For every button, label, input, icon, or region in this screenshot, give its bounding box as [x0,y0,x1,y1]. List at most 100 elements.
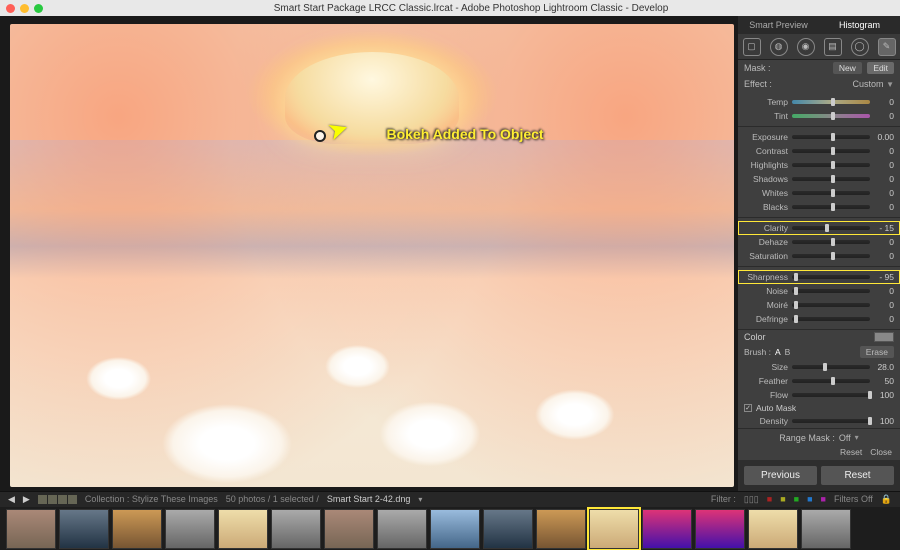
filmstrip-thumb[interactable] [6,509,56,549]
automask-row[interactable]: ✓ Auto Mask [738,402,900,414]
slider-value[interactable]: 0.00 [870,132,894,142]
slider-feather[interactable]: Feather 50 [738,374,900,388]
slider-track[interactable] [792,240,870,244]
close-traffic-light[interactable] [6,4,15,13]
slider-highlights[interactable]: Highlights 0 [738,158,900,172]
slider-value[interactable]: 0 [870,111,894,121]
brush-b[interactable]: B [785,347,791,357]
slider-track[interactable] [792,275,870,279]
rangemask-dropdown-icon[interactable]: ▾ [855,433,859,442]
slider-value[interactable]: 0 [870,314,894,324]
filmstrip[interactable] [0,507,900,550]
nav-fwd-icon[interactable]: ▶ [23,494,30,505]
slider-temp[interactable]: Temp 0 [738,95,900,109]
slider-saturation[interactable]: Saturation 0 [738,249,900,263]
slider-track[interactable] [792,205,870,209]
color-filter-purple[interactable]: ■ [821,494,826,504]
slider-size[interactable]: Size 28.0 [738,360,900,374]
slider-value[interactable]: 28.0 [870,362,894,372]
crop-tool-icon[interactable]: ▢ [743,38,761,56]
slider-flow[interactable]: Flow 100 [738,388,900,402]
filters-off[interactable]: Filters Off [834,494,873,504]
collection-file[interactable]: Smart Start 2-42.dng [327,494,411,504]
slider-track[interactable] [792,149,870,153]
mask-new-button[interactable]: New [833,62,862,74]
filmstrip-thumb[interactable] [801,509,851,549]
slider-track[interactable] [792,135,870,139]
panel-close-link[interactable]: Close [870,447,892,457]
slider-value[interactable]: 0 [870,300,894,310]
slider-track[interactable] [792,226,870,230]
brush-erase-button[interactable]: Erase [860,346,894,358]
slider-track[interactable] [792,365,870,369]
tab-histogram[interactable]: Histogram [819,20,900,30]
effect-dropdown-icon[interactable]: ▼ [886,80,894,89]
slider-track[interactable] [792,289,870,293]
slider-whites[interactable]: Whites 0 [738,186,900,200]
slider-contrast[interactable]: Contrast 0 [738,144,900,158]
slider-value[interactable]: - 15 [870,223,894,233]
slider-value[interactable]: 0 [870,174,894,184]
panel-reset-link[interactable]: Reset [840,447,862,457]
filmstrip-thumb[interactable] [430,509,480,549]
slider-value[interactable]: 100 [870,416,894,426]
color-swatch[interactable] [874,332,894,342]
filmstrip-thumb[interactable] [377,509,427,549]
flag-filter-icon[interactable]: ▯▯▯ [744,494,759,505]
slider-track[interactable] [792,419,870,423]
slider-track[interactable] [792,163,870,167]
filmstrip-thumb[interactable] [324,509,374,549]
slider-track[interactable] [792,177,870,181]
filmstrip-thumb[interactable] [112,509,162,549]
slider-value[interactable]: 100 [870,390,894,400]
filmstrip-thumb[interactable] [271,509,321,549]
filmstrip-thumb[interactable] [165,509,215,549]
slider-track[interactable] [792,317,870,321]
slider-value[interactable]: 0 [870,97,894,107]
rangemask-value[interactable]: Off [839,433,851,443]
color-filter-green[interactable]: ■ [794,494,799,504]
mask-edit-button[interactable]: Edit [867,62,894,74]
grid-view-icon[interactable] [38,495,77,504]
color-filter-blue[interactable]: ■ [807,494,812,504]
slider-track[interactable] [792,100,870,104]
slider-track[interactable] [792,114,870,118]
slider-defringe[interactable]: Defringe 0 [738,312,900,326]
slider-value[interactable]: 50 [870,376,894,386]
filmstrip-thumb[interactable] [748,509,798,549]
filmstrip-thumb[interactable] [483,509,533,549]
previous-button[interactable]: Previous [744,466,817,485]
slider-value[interactable]: 0 [870,251,894,261]
slider-value[interactable]: 0 [870,286,894,296]
reset-button[interactable]: Reset [821,466,894,485]
effect-preset[interactable]: Custom [853,79,884,89]
slider-track[interactable] [792,393,870,397]
color-filter-yellow[interactable]: ■ [780,494,785,504]
filmstrip-thumb[interactable] [695,509,745,549]
filmstrip-thumb[interactable] [589,509,639,549]
slider-value[interactable]: 0 [870,188,894,198]
slider-noise[interactable]: Noise 0 [738,284,900,298]
redeye-tool-icon[interactable]: ◉ [797,38,815,56]
slider-density[interactable]: Density 100 [738,414,900,428]
slider-track[interactable] [792,303,870,307]
automask-checkbox[interactable]: ✓ [744,404,752,412]
slider-shadows[interactable]: Shadows 0 [738,172,900,186]
nav-back-icon[interactable]: ◀ [8,494,15,505]
collection-dropdown-icon[interactable]: ▾ [418,495,422,504]
filmstrip-thumb[interactable] [218,509,268,549]
slider-blacks[interactable]: Blacks 0 [738,200,900,214]
tab-smart-preview[interactable]: Smart Preview [738,20,819,30]
filmstrip-thumb[interactable] [59,509,109,549]
filmstrip-thumb[interactable] [642,509,692,549]
slider-track[interactable] [792,254,870,258]
radial-tool-icon[interactable]: ◯ [851,38,869,56]
spot-tool-icon[interactable]: ◍ [770,38,788,56]
slider-exposure[interactable]: Exposure 0.00 [738,130,900,144]
slider-track[interactable] [792,191,870,195]
slider-track[interactable] [792,379,870,383]
photo-canvas[interactable]: ➤ Bokeh Added To Object [10,24,734,487]
filmstrip-thumb[interactable] [536,509,586,549]
slider-value[interactable]: 0 [870,160,894,170]
slider-value[interactable]: 0 [870,237,894,247]
